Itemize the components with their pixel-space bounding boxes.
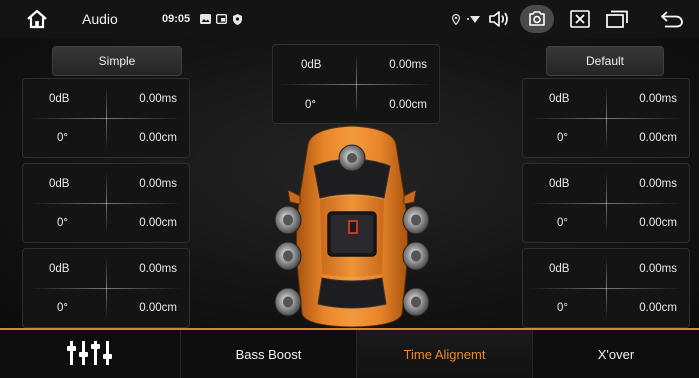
status-bar: Audio 09:05 [0, 0, 699, 39]
gain-value: 0dB [301, 59, 322, 71]
distance-value: 0.00cm [139, 132, 177, 144]
phase-value: 0° [57, 217, 68, 229]
gain-value: 0dB [549, 178, 570, 190]
speaker-front-left-icon [274, 205, 302, 235]
speaker-cell-front-left[interactable]: 0dB 0.00ms 0° 0.00cm [22, 78, 190, 158]
gallery-icon [200, 0, 211, 38]
volume-icon[interactable] [488, 0, 510, 38]
phase-value: 0° [557, 302, 568, 314]
gain-value: 0dB [49, 178, 70, 190]
speaker-cell-center[interactable]: 0dB 0.00ms 0° 0.00cm [272, 44, 440, 124]
preset-simple-button[interactable]: Simple [52, 46, 182, 76]
tab-time-alignment[interactable]: Time Alignemt [356, 330, 532, 378]
delay-value: 0.00ms [389, 59, 427, 71]
home-icon[interactable] [26, 0, 48, 38]
distance-value: 0.00cm [139, 302, 177, 314]
distance-value: 0.00cm [639, 132, 677, 144]
rear-window [317, 277, 387, 309]
gain-value: 0dB [49, 93, 70, 105]
speaker-cell-mid-left[interactable]: 0dB 0.00ms 0° 0.00cm [22, 163, 190, 243]
preset-default-button[interactable]: Default [546, 46, 664, 76]
speaker-front-right-icon [402, 205, 430, 235]
speaker-center-icon [338, 144, 366, 172]
speaker-mid-left-icon [274, 241, 302, 271]
location-icon [452, 0, 460, 38]
gain-value: 0dB [549, 93, 570, 105]
distance-value: 0.00cm [139, 217, 177, 229]
delay-value: 0.00ms [639, 93, 677, 105]
bottom-tab-bar: Bass Boost Time Alignemt X'over [0, 328, 699, 378]
tab-bass-boost[interactable]: Bass Boost [180, 330, 356, 378]
phase-value: 0° [557, 132, 568, 144]
divider [106, 172, 107, 234]
shield-icon [233, 0, 242, 38]
clock: 09:05 [162, 13, 191, 25]
speaker-rear-left-icon [274, 287, 302, 317]
speaker-cell-rear-right[interactable]: 0dB 0.00ms 0° 0.00cm [522, 248, 690, 328]
tab-equalizer[interactable] [0, 330, 180, 378]
speaker-cell-mid-right[interactable]: 0dB 0.00ms 0° 0.00cm [522, 163, 690, 243]
speaker-mid-right-icon [402, 241, 430, 271]
phase-value: 0° [557, 217, 568, 229]
distance-value: 0.00cm [639, 302, 677, 314]
divider [606, 172, 607, 234]
phase-value: 0° [305, 99, 316, 111]
left-mirror [287, 189, 301, 205]
delay-value: 0.00ms [639, 178, 677, 190]
back-icon[interactable] [660, 0, 684, 38]
speaker-rear-right-icon [402, 287, 430, 317]
divider [106, 257, 107, 319]
cast-icon [216, 0, 227, 38]
time-alignment-panel: Simple Default 0dB 0.00ms 0° 0.00cm 0dB … [0, 38, 699, 328]
phase-value: 0° [57, 132, 68, 144]
divider [356, 53, 357, 115]
car-speaker-diagram [268, 124, 436, 328]
delay-value: 0.00ms [639, 263, 677, 275]
gain-value: 0dB [549, 263, 570, 275]
screenshot-icon[interactable] [520, 0, 554, 38]
divider [106, 87, 107, 149]
tab-crossover[interactable]: X'over [532, 330, 699, 378]
distance-value: 0.00cm [389, 99, 427, 111]
equalizer-icon [66, 338, 114, 371]
speaker-cell-rear-left[interactable]: 0dB 0.00ms 0° 0.00cm [22, 248, 190, 328]
delay-value: 0.00ms [139, 178, 177, 190]
close-window-icon[interactable] [570, 0, 590, 38]
right-mirror [403, 189, 417, 205]
wifi-icon [466, 0, 482, 38]
app-title: Audio [82, 11, 118, 27]
gain-value: 0dB [49, 263, 70, 275]
speaker-cell-front-right[interactable]: 0dB 0.00ms 0° 0.00cm [522, 78, 690, 158]
recent-apps-icon[interactable] [606, 0, 628, 38]
distance-value: 0.00cm [639, 217, 677, 229]
delay-value: 0.00ms [139, 263, 177, 275]
divider [606, 87, 607, 149]
divider [606, 257, 607, 319]
delay-value: 0.00ms [139, 93, 177, 105]
phase-value: 0° [57, 302, 68, 314]
